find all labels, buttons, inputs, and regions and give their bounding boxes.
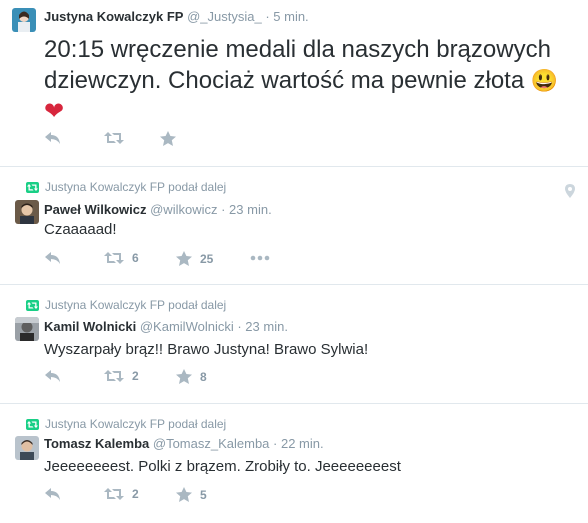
tweet-text: Wyszarpały brąz!! Brawo Justyna! Brawo S… [44, 341, 369, 358]
emoji-smile: 😃 [530, 68, 559, 93]
more-icon [250, 255, 270, 261]
retweet-badge-icon [26, 182, 39, 194]
retweeted-by-line: Justyna Kowalczyk FP podał dalej [26, 417, 226, 431]
tweet[interactable]: Justyna Kowalczyk FP podał dalej Paweł W… [0, 167, 588, 284]
reply-icon [45, 132, 60, 144]
reply-icon [45, 370, 60, 382]
reply-icon [45, 252, 60, 264]
timestamp[interactable]: · 23 min. [237, 319, 288, 334]
reply-button[interactable] [44, 131, 62, 145]
favorite-button[interactable] [160, 131, 176, 146]
retweeted-by-line: Justyna Kowalczyk FP podał dalej [26, 180, 226, 194]
author-name[interactable]: Kamil Wolnicki [44, 319, 136, 334]
author-name[interactable]: Justyna Kowalczyk FP [44, 9, 183, 24]
avatar[interactable] [12, 8, 36, 32]
tweet-actions: 2 8 [44, 369, 244, 389]
author-name[interactable]: Paweł Wilkowicz [44, 202, 146, 217]
tweet-actions [44, 131, 244, 151]
retweet-button[interactable]: 6 [104, 251, 139, 265]
retweeted-by-line: Justyna Kowalczyk FP podał dalej [26, 298, 226, 312]
tweet-header: Tomasz Kalemba @Tomasz_Kalemba · 22 min. [44, 436, 324, 451]
tweet[interactable]: Justyna Kowalczyk FP podał dalej Tomasz … [0, 404, 588, 523]
emoji-heart: ❤ [44, 98, 65, 125]
star-icon [176, 251, 192, 266]
avatar[interactable] [15, 436, 39, 460]
reply-button[interactable] [44, 487, 62, 501]
timestamp[interactable]: · 23 min. [221, 202, 272, 217]
location-pin-icon[interactable] [565, 184, 575, 198]
star-icon [160, 131, 176, 146]
retweet-button[interactable] [104, 131, 124, 145]
tweet-actions: 6 25 [44, 251, 284, 271]
favorite-button[interactable]: 25 [176, 251, 213, 266]
retweet-badge-icon [26, 419, 39, 431]
tweet-text: 20:15 wręczenie medali dla naszych brązo… [44, 34, 564, 127]
reply-icon [45, 488, 60, 500]
tweet[interactable]: Justyna Kowalczyk FP podał dalej Kamil W… [0, 285, 588, 403]
retweet-count: 2 [132, 487, 139, 501]
more-button[interactable] [250, 255, 270, 261]
retweeted-by-text[interactable]: Justyna Kowalczyk FP podał dalej [45, 180, 226, 194]
favorite-count: 25 [200, 251, 214, 266]
retweet-badge-icon [26, 300, 39, 312]
author-handle[interactable]: @wilkowicz [150, 202, 217, 217]
timestamp[interactable]: · 22 min. [273, 436, 324, 451]
tweet-actions: 2 5 [44, 487, 244, 507]
author-handle[interactable]: @_Justysia_ [187, 9, 262, 24]
tweet-text: Czaaaaad! [44, 221, 117, 238]
author-name[interactable]: Tomasz Kalemba [44, 436, 149, 451]
avatar[interactable] [15, 200, 39, 224]
retweet-icon [104, 252, 124, 264]
author-handle[interactable]: @KamilWolnicki [140, 319, 234, 334]
retweet-button[interactable]: 2 [104, 369, 139, 383]
star-icon [176, 369, 192, 384]
reply-button[interactable] [44, 369, 62, 383]
timestamp[interactable]: · 5 min. [265, 9, 308, 24]
retweeted-by-text[interactable]: Justyna Kowalczyk FP podał dalej [45, 417, 226, 431]
retweet-count: 2 [132, 369, 139, 383]
avatar[interactable] [15, 317, 39, 341]
author-handle[interactable]: @Tomasz_Kalemba [153, 436, 270, 451]
star-icon [176, 487, 192, 502]
tweet-text-body: 20:15 wręczenie medali dla naszych brązo… [44, 36, 551, 94]
favorite-button[interactable]: 5 [176, 487, 207, 502]
tweet-header: Kamil Wolnicki @KamilWolnicki · 23 min. [44, 319, 288, 334]
retweet-icon [104, 132, 124, 144]
retweet-icon [104, 370, 124, 382]
tweet-header: Justyna Kowalczyk FP @_Justysia_ · 5 min… [44, 9, 309, 24]
retweeted-by-text[interactable]: Justyna Kowalczyk FP podał dalej [45, 298, 226, 312]
tweet-text: Jeeeeeeeest. Polki z brązem. Zrobiły to.… [44, 458, 401, 475]
retweet-icon [104, 488, 124, 500]
favorite-button[interactable]: 8 [176, 369, 207, 384]
retweet-count: 6 [132, 251, 139, 265]
tweet-header: Paweł Wilkowicz @wilkowicz · 23 min. [44, 202, 272, 217]
favorite-count: 5 [200, 487, 207, 502]
retweet-button[interactable]: 2 [104, 487, 139, 501]
favorite-count: 8 [200, 369, 207, 384]
tweet[interactable]: Justyna Kowalczyk FP @_Justysia_ · 5 min… [0, 0, 588, 166]
reply-button[interactable] [44, 251, 62, 265]
